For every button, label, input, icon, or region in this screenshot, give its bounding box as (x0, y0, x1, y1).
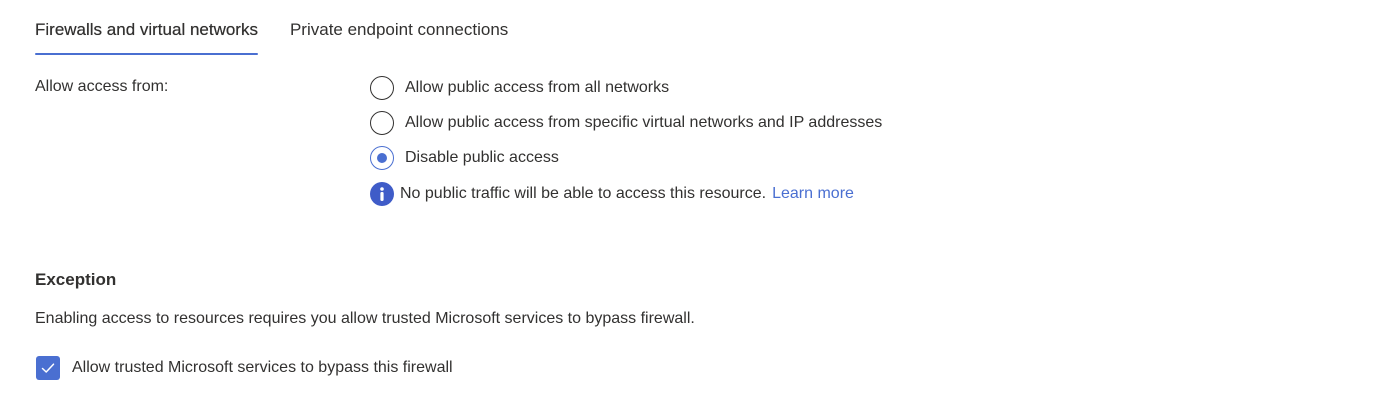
radio-label: Allow public access from all networks (405, 78, 670, 96)
radio-option-disable-public-access[interactable]: Disable public access (370, 140, 882, 175)
allow-access-radio-group: Allow public access from all networks Al… (370, 70, 882, 175)
radio-button[interactable] (370, 110, 394, 135)
checkmark-icon (41, 363, 55, 373)
learn-more-link[interactable]: Learn more (772, 184, 854, 204)
exception-description: Enabling access to resources requires yo… (35, 310, 695, 327)
radio-button[interactable] (370, 75, 394, 100)
tab-firewalls-virtual-networks[interactable]: Firewalls and virtual networks (35, 18, 258, 55)
info-message: No public traffic will be able to access… (370, 182, 854, 206)
checkbox-label: Allow trusted Microsoft services to bypa… (72, 359, 453, 376)
radio-option-specific-networks[interactable]: Allow public access from specific virtua… (370, 105, 882, 140)
info-icon (370, 182, 394, 206)
exception-heading: Exception (35, 270, 117, 289)
tab-private-endpoint-connections[interactable]: Private endpoint connections (290, 18, 508, 55)
networking-settings-page: Firewalls and virtual networks Private e… (0, 0, 1375, 394)
radio-option-all-networks[interactable]: Allow public access from all networks (370, 70, 882, 105)
radio-label: Disable public access (405, 148, 559, 166)
radio-selected-dot (377, 152, 387, 163)
radio-button[interactable] (370, 145, 394, 170)
radio-label: Allow public access from specific virtua… (405, 113, 883, 131)
allow-access-from-label: Allow access from: (35, 78, 169, 95)
trusted-services-checkbox-row[interactable]: Allow trusted Microsoft services to bypa… (36, 356, 453, 380)
checkbox[interactable] (36, 356, 60, 380)
info-text: No public traffic will be able to access… (400, 185, 767, 202)
tab-bar: Firewalls and virtual networks Private e… (35, 18, 540, 55)
